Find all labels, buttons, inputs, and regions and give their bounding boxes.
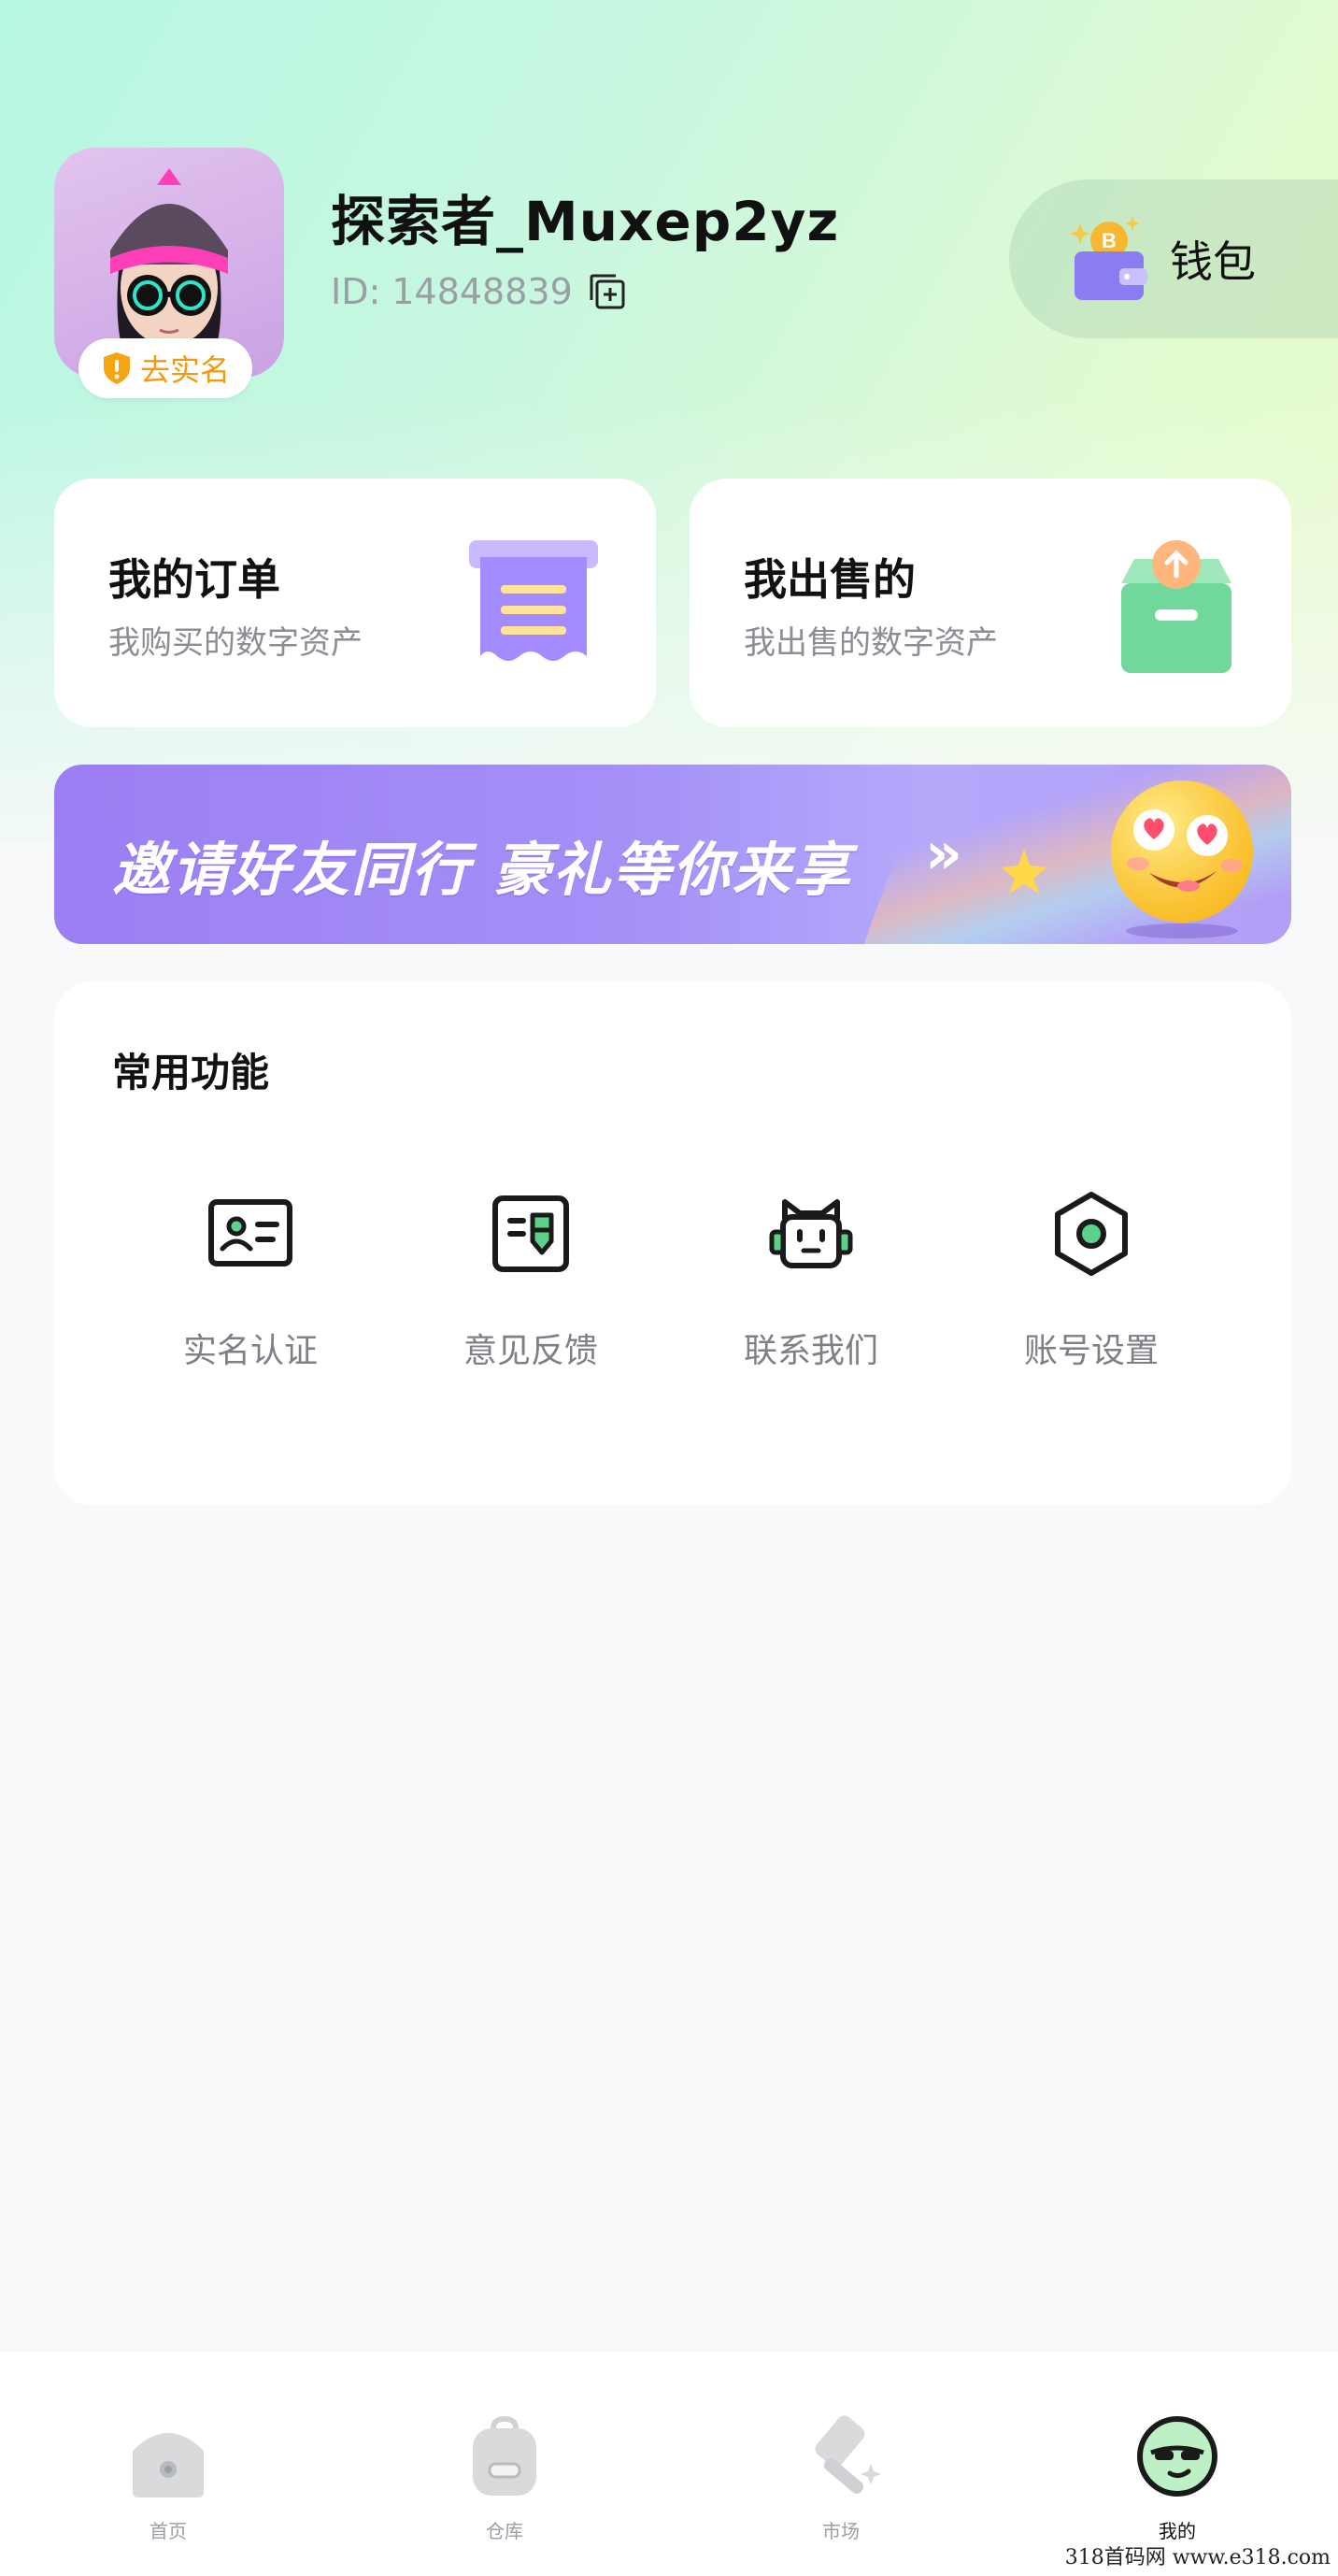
nav-label: 仓库 <box>486 2520 523 2542</box>
nav-label: 市场 <box>822 2520 860 2542</box>
card-subtitle: 我购买的数字资产 <box>108 624 363 662</box>
card-title: 我出售的 <box>744 554 916 605</box>
star-icon <box>1002 849 1046 894</box>
nav-item-warehouse[interactable]: 仓库 <box>430 2411 579 2543</box>
card-title: 我的订单 <box>108 554 280 605</box>
function-label: 联系我们 <box>743 1332 878 1370</box>
wallet-label: 钱包 <box>1170 236 1256 287</box>
settings-icon <box>1055 1192 1128 1276</box>
receipt-icon <box>469 540 598 661</box>
feedback-icon <box>492 1195 569 1272</box>
watermark: 318首码网 www.e318.com <box>1064 2546 1331 2569</box>
backpack-icon <box>473 2415 536 2496</box>
nav-item-home[interactable]: 首页 <box>93 2411 243 2543</box>
my-sales-card[interactable]: 我出售的 我出售的数字资产 <box>690 479 1291 727</box>
id-card-icon <box>208 1199 292 1267</box>
function-account-settings[interactable]: 账号设置 <box>989 1187 1194 1372</box>
hammer-icon <box>815 2415 881 2494</box>
common-functions-panel: 常用功能 实名认证 意见反馈 联系我们 账号设置 <box>54 981 1291 1505</box>
sell-box-icon <box>1121 540 1231 673</box>
function-real-name-verification[interactable]: 实名认证 <box>148 1187 353 1372</box>
function-feedback[interactable]: 意见反馈 <box>428 1187 633 1372</box>
verify-badge[interactable]: 去实名 <box>78 338 252 398</box>
function-contact-us[interactable]: 联系我们 <box>708 1187 914 1372</box>
nav-label: 首页 <box>149 2520 187 2542</box>
nav-item-mine[interactable]: 我的 <box>1103 2411 1252 2543</box>
home-icon <box>133 2433 204 2497</box>
nav-item-market[interactable]: 市场 <box>766 2411 916 2543</box>
customer-service-icon <box>769 1199 853 1268</box>
my-orders-card[interactable]: 我的订单 我购买的数字资产 <box>54 479 656 727</box>
invite-banner[interactable]: 邀请好友同行 豪礼等你来享 » <box>54 765 1291 944</box>
nav-label: 我的 <box>1159 2520 1196 2542</box>
function-label: 实名认证 <box>182 1332 318 1370</box>
function-label: 账号设置 <box>1023 1332 1159 1370</box>
verify-badge-label: 去实名 <box>139 352 230 388</box>
card-subtitle: 我出售的数字资产 <box>744 624 998 662</box>
username: 探索者_Muxep2yz <box>331 190 840 253</box>
svg-text:B: B <box>1102 229 1117 252</box>
profile-avatar-icon <box>1137 2416 1217 2497</box>
copy-icon[interactable] <box>588 272 627 311</box>
user-id-row: ID: 14848839 <box>331 271 627 312</box>
user-id: ID: 14848839 <box>331 271 573 312</box>
panel-title: 常用功能 <box>112 1050 270 1095</box>
double-chevron-right-icon: » <box>925 819 963 887</box>
wallet-icon: B <box>1070 216 1147 300</box>
shield-warning-icon <box>103 352 130 384</box>
function-label: 意见反馈 <box>463 1332 598 1370</box>
banner-text: 邀请好友同行 豪礼等你来享 <box>112 836 852 904</box>
emoji-face-icon <box>1111 780 1253 938</box>
wallet-button[interactable]: B 钱包 <box>1009 179 1338 338</box>
